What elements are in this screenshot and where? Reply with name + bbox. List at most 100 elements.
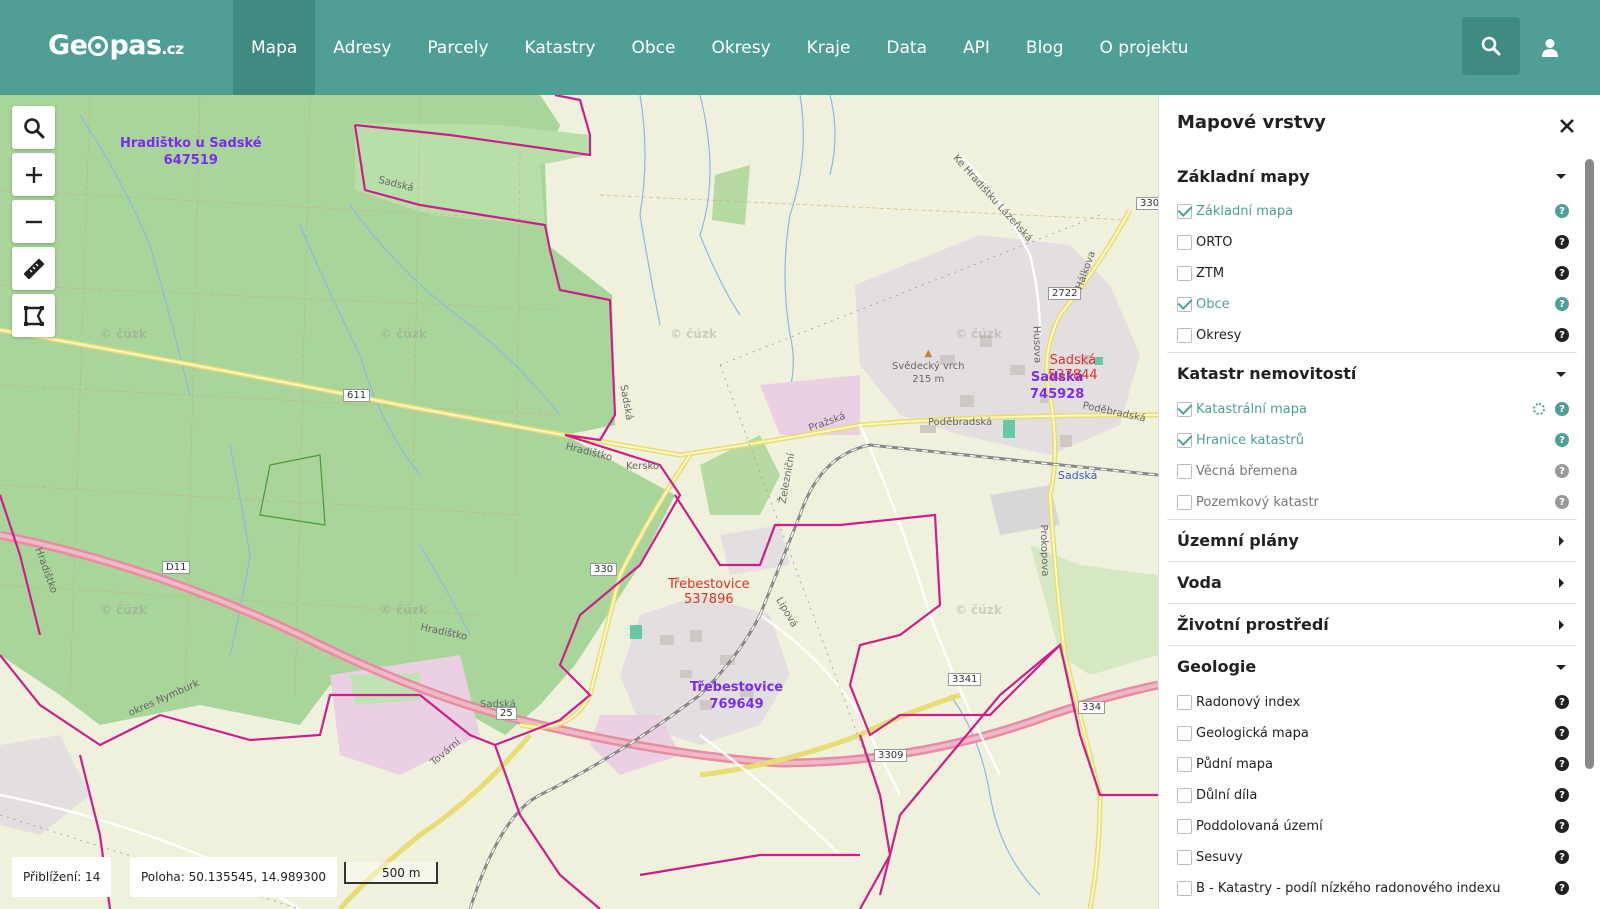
close-icon xyxy=(1560,119,1574,133)
measure-distance-button[interactable] xyxy=(12,247,55,290)
layer-poddolovana-uzemi[interactable]: Poddolovaná území ? xyxy=(1177,814,1577,838)
layer-dulni-dila[interactable]: Důlní díla ? xyxy=(1177,783,1577,807)
layer-checkbox[interactable] xyxy=(1177,296,1192,312)
map-scale-bar: 500 m xyxy=(344,862,438,884)
section-geologie[interactable]: Geologie xyxy=(1167,645,1577,687)
zoom-out-icon xyxy=(25,220,42,223)
nav-blog[interactable]: Blog xyxy=(1008,0,1082,95)
layer-checkbox[interactable] xyxy=(1177,327,1192,343)
map-watermark: © čúzk xyxy=(100,327,147,341)
main-menu: Mapa Adresy Parcely Katastry Obce Okresy… xyxy=(233,0,1207,95)
street-label: Prokopova xyxy=(1037,524,1051,577)
ruler-icon xyxy=(23,258,44,279)
station-label: Sadská xyxy=(1058,469,1098,482)
layer-checkbox[interactable] xyxy=(1177,694,1192,710)
layer-radon-podil[interactable]: B - Katastry - podíl nízkého radonového … xyxy=(1177,876,1577,900)
top-navigation-bar: Ge pas.cz Mapa Adresy Parcely Katastry Ob… xyxy=(0,0,1600,95)
road-number: 611 xyxy=(343,389,371,402)
help-icon[interactable]: ? xyxy=(1555,819,1569,833)
layer-pudni-mapa[interactable]: Půdní mapa ? xyxy=(1177,752,1577,776)
layer-geologicka-mapa[interactable]: Geologická mapa ? xyxy=(1177,721,1577,745)
layer-hranice-katastru[interactable]: Hranice katastrů ? xyxy=(1177,428,1577,452)
layer-checkbox[interactable] xyxy=(1177,880,1192,896)
map-layers-panel: Mapové vrstvy Základní mapy Základní map… xyxy=(1158,95,1600,909)
help-icon[interactable]: ? xyxy=(1555,881,1569,895)
geopas-logo[interactable]: Ge pas.cz xyxy=(48,30,184,61)
help-icon[interactable]: ? xyxy=(1555,788,1569,802)
layer-radonovy-index[interactable]: Radonový index ? xyxy=(1177,690,1577,714)
close-panel-button[interactable] xyxy=(1555,114,1579,138)
nav-parcely[interactable]: Parcely xyxy=(409,0,506,95)
layer-checkbox[interactable] xyxy=(1177,401,1192,417)
section-katastr-nemovitosti[interactable]: Katastr nemovitostí xyxy=(1167,352,1577,394)
nav-kraje[interactable]: Kraje xyxy=(789,0,869,95)
layer-vecna-bremena[interactable]: Věcná břemena ? xyxy=(1177,459,1577,483)
road-number: 2722 xyxy=(1048,287,1082,300)
loading-spinner-icon xyxy=(1533,403,1545,415)
layer-okresy[interactable]: Okresy ? xyxy=(1177,323,1577,347)
layer-orto[interactable]: ORTO ? xyxy=(1177,230,1577,254)
layer-obce[interactable]: Obce ? xyxy=(1177,292,1577,316)
street-label: Husova xyxy=(1030,325,1043,364)
section-zivotni-prostredi[interactable]: Životní prostředí xyxy=(1167,603,1577,645)
nav-api[interactable]: API xyxy=(945,0,1008,95)
help-icon[interactable]: ? xyxy=(1555,402,1569,416)
nav-katastry[interactable]: Katastry xyxy=(507,0,614,95)
chevron-down-icon xyxy=(1556,174,1566,179)
help-icon[interactable]: ? xyxy=(1555,433,1569,447)
street-label: Poděbradská xyxy=(928,417,993,428)
layer-checkbox[interactable] xyxy=(1177,756,1192,772)
nav-adresy[interactable]: Adresy xyxy=(315,0,409,95)
nav-mapa[interactable]: Mapa xyxy=(233,0,316,95)
nav-data[interactable]: Data xyxy=(868,0,945,95)
measure-area-button[interactable] xyxy=(12,294,55,337)
help-icon[interactable]: ? xyxy=(1555,464,1569,478)
layer-katastralni-mapa[interactable]: Katastrální mapa ? xyxy=(1177,397,1577,421)
panel-scrollbar[interactable] xyxy=(1585,159,1594,769)
layer-checkbox[interactable] xyxy=(1177,818,1192,834)
user-account-button[interactable] xyxy=(1530,28,1570,68)
layer-checkbox[interactable] xyxy=(1177,265,1192,281)
layer-zakladni-mapa[interactable]: Základní mapa ? xyxy=(1177,199,1577,223)
help-icon[interactable]: ? xyxy=(1555,328,1569,342)
peak-label: ▲ Svědecký vrch 215 m xyxy=(892,348,965,385)
help-icon[interactable]: ? xyxy=(1555,726,1569,740)
map-watermark: © čúzk xyxy=(955,327,1002,341)
help-icon[interactable]: ? xyxy=(1555,266,1569,280)
user-icon xyxy=(1542,39,1558,57)
layer-checkbox[interactable] xyxy=(1177,725,1192,741)
nav-obce[interactable]: Obce xyxy=(613,0,693,95)
section-zakladni-mapy[interactable]: Základní mapy xyxy=(1167,155,1577,197)
help-icon[interactable]: ? xyxy=(1555,695,1569,709)
map-watermark: © čúzk xyxy=(670,327,717,341)
layer-sesuvy[interactable]: Sesuvy ? xyxy=(1177,845,1577,869)
layer-ztm[interactable]: ZTM ? xyxy=(1177,261,1577,285)
help-icon[interactable]: ? xyxy=(1555,235,1569,249)
nav-o-projektu[interactable]: O projektu xyxy=(1082,0,1207,95)
layer-checkbox[interactable] xyxy=(1177,203,1192,219)
help-icon[interactable]: ? xyxy=(1555,850,1569,864)
help-icon[interactable]: ? xyxy=(1555,757,1569,771)
layer-checkbox[interactable] xyxy=(1177,432,1192,448)
layer-checkbox[interactable] xyxy=(1177,494,1192,510)
layer-pozemkovy-katastr[interactable]: Pozemkový katastr ? xyxy=(1177,490,1577,514)
zoom-in-button[interactable] xyxy=(12,153,55,196)
section-uzemni-plany[interactable]: Územní plány xyxy=(1167,519,1577,561)
layer-checkbox[interactable] xyxy=(1177,463,1192,479)
map-canvas[interactable]: © čúzk © čúzk © čúzk © čúzk © čúzk © čúz… xyxy=(0,95,1158,909)
layer-checkbox[interactable] xyxy=(1177,234,1192,250)
help-icon[interactable]: ? xyxy=(1555,495,1569,509)
search-icon xyxy=(1481,36,1501,56)
map-search-button[interactable] xyxy=(12,106,55,149)
layer-checkbox[interactable] xyxy=(1177,787,1192,803)
section-voda[interactable]: Voda xyxy=(1167,561,1577,603)
search-icon xyxy=(23,117,44,138)
street-label: Kersko xyxy=(626,461,660,472)
nav-okresy[interactable]: Okresy xyxy=(693,0,788,95)
layer-checkbox[interactable] xyxy=(1177,849,1192,865)
header-search-button[interactable] xyxy=(1462,17,1520,75)
help-icon[interactable]: ? xyxy=(1555,297,1569,311)
help-icon[interactable]: ? xyxy=(1555,204,1569,218)
chevron-right-icon xyxy=(1559,536,1564,546)
zoom-out-button[interactable] xyxy=(12,200,55,243)
